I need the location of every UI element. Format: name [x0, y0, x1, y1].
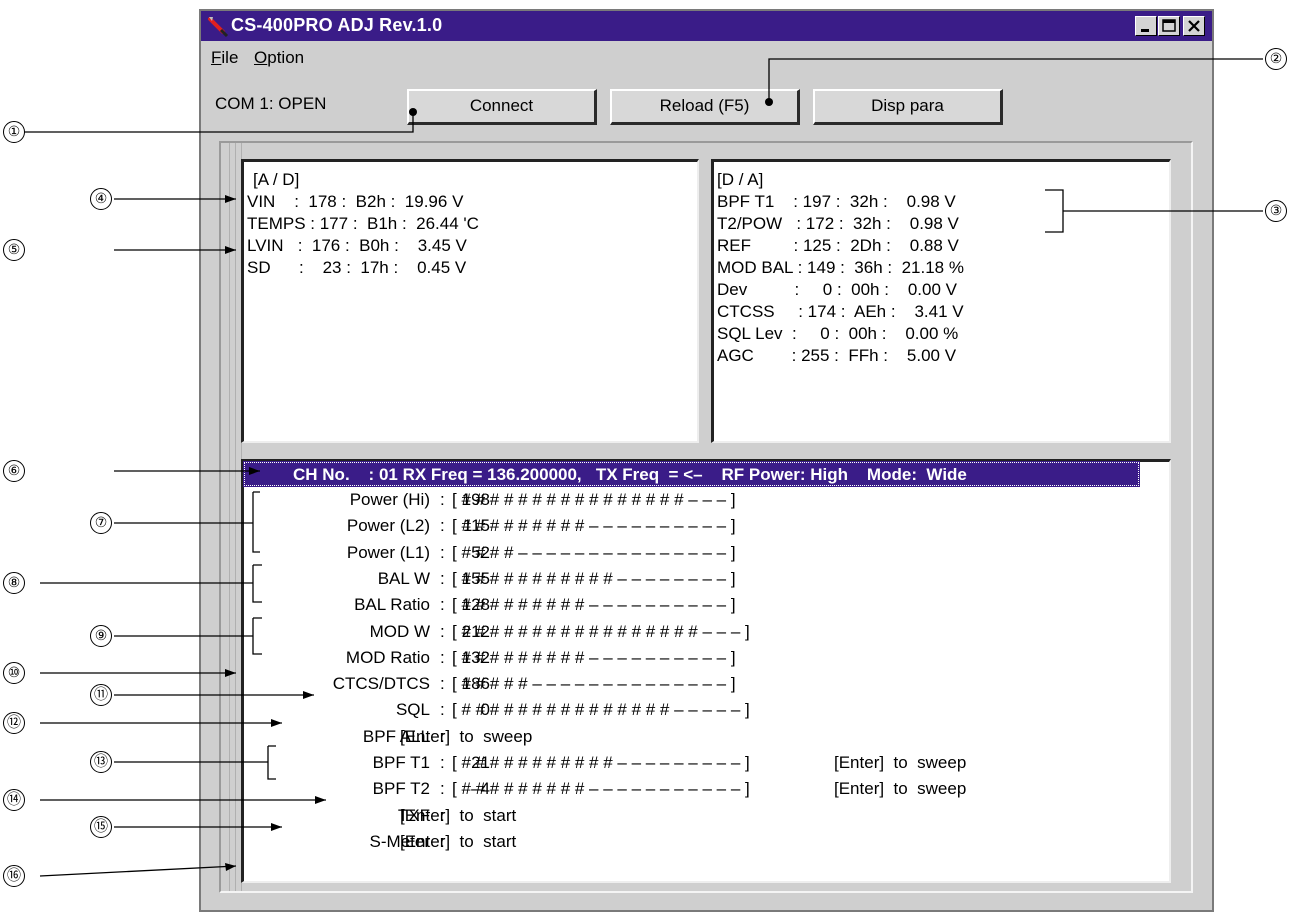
- callout-9: ⑨: [90, 625, 112, 647]
- callout-16: ⑯: [3, 865, 25, 887]
- callout-1: ①: [3, 121, 25, 143]
- callout-13: ⑬: [90, 751, 112, 773]
- callout-14: ⑭: [3, 789, 25, 811]
- callout-5: ⑤: [3, 239, 25, 261]
- callout-7: ⑦: [90, 512, 112, 534]
- callout-10: ⑩: [3, 662, 25, 684]
- callout-4: ④: [90, 188, 112, 210]
- callout-6: ⑥: [3, 460, 25, 482]
- callout-15: ⑮: [90, 816, 112, 838]
- callout-3: ③: [1265, 200, 1287, 222]
- callout-11: ⑪: [90, 684, 112, 706]
- callout-2: ②: [1265, 48, 1287, 70]
- callout-12: ⑫: [3, 712, 25, 734]
- callout-lines: [24, 58, 1263, 877]
- callout-8: ⑧: [3, 572, 25, 594]
